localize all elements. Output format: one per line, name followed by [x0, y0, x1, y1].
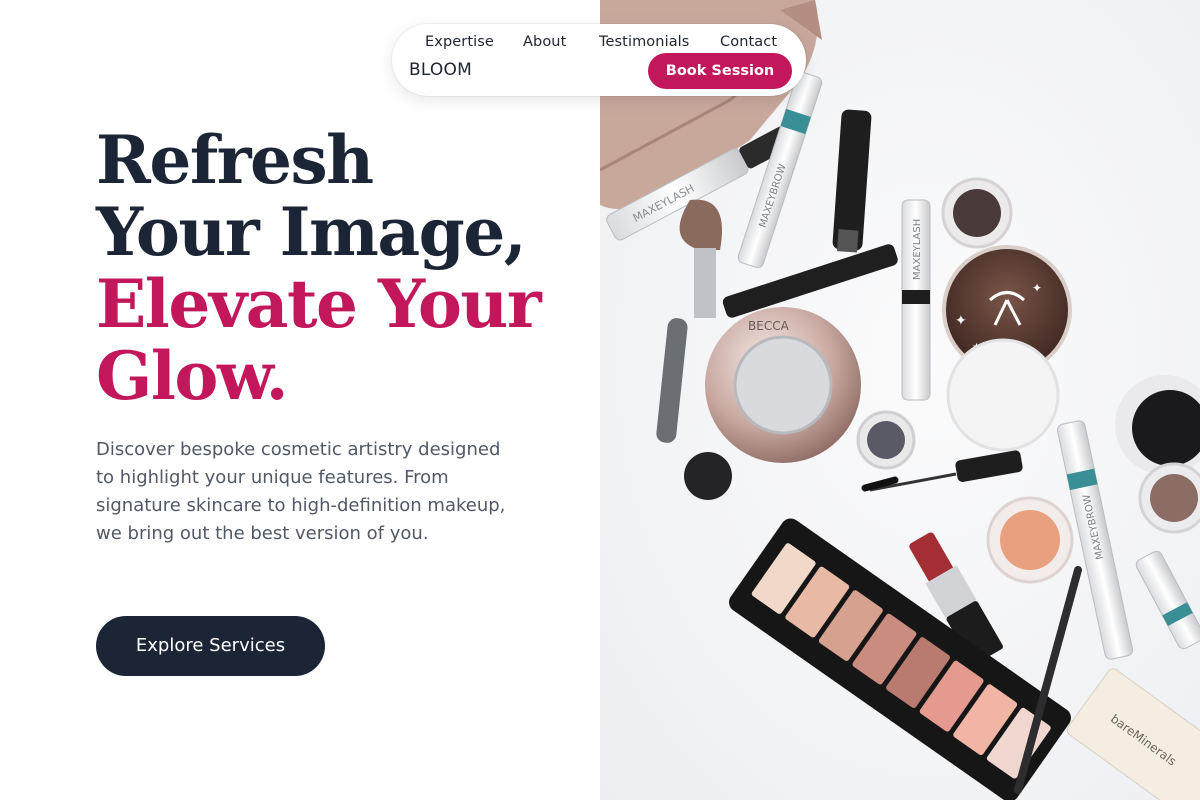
book-session-button[interactable]: Book Session	[648, 53, 792, 89]
nav-link-testimonials[interactable]: Testimonials	[599, 34, 689, 50]
headline-line-1: Refresh	[96, 121, 374, 199]
explore-services-button[interactable]: Explore Services	[96, 616, 325, 676]
nav-bar: Expertise About Testimonials Contact BLO…	[392, 24, 806, 96]
eyeshadow-pot-grey	[856, 410, 916, 470]
hero-image-cosmetics: MAXEYLASH MAXEYBROW BECCA MAXEYLASH ✦ ✦ …	[600, 0, 1200, 800]
nav-link-about[interactable]: About	[523, 34, 566, 50]
eyeshadow-pot-brown	[1138, 462, 1200, 534]
nav-links: Expertise About Testimonials Contact	[392, 34, 806, 54]
mascara-label-2: MAXEYLASH	[912, 219, 923, 280]
cosmetics-illustration: MAXEYLASH MAXEYBROW BECCA MAXEYLASH ✦ ✦ …	[600, 0, 1200, 800]
headline-line-4: Glow.	[96, 337, 289, 415]
nav-link-contact[interactable]: Contact	[720, 34, 777, 50]
headline-line-3: Elevate Your	[96, 265, 542, 343]
blush-pot-peach	[986, 496, 1074, 584]
nav-link-expertise[interactable]: Expertise	[425, 34, 494, 50]
brand-logo[interactable]: BLOOM	[409, 60, 472, 80]
star-icon: ✦	[955, 313, 967, 329]
small-black-cap	[684, 452, 732, 500]
mascara-maxeylash-2: MAXEYLASH	[901, 199, 931, 401]
hero-description: Discover bespoke cosmetic artistry desig…	[96, 439, 506, 544]
star-icon: ✦	[1032, 281, 1042, 295]
hero-headline: Refresh Your Image, Elevate Your Glow.	[96, 121, 542, 415]
loose-powder-jar	[946, 338, 1060, 452]
headline-line-2: Your Image,	[96, 193, 527, 271]
eyeshadow-pot-top	[941, 177, 1013, 249]
compact-label: BECCA	[748, 319, 790, 333]
compact-becca: BECCA	[705, 307, 861, 463]
